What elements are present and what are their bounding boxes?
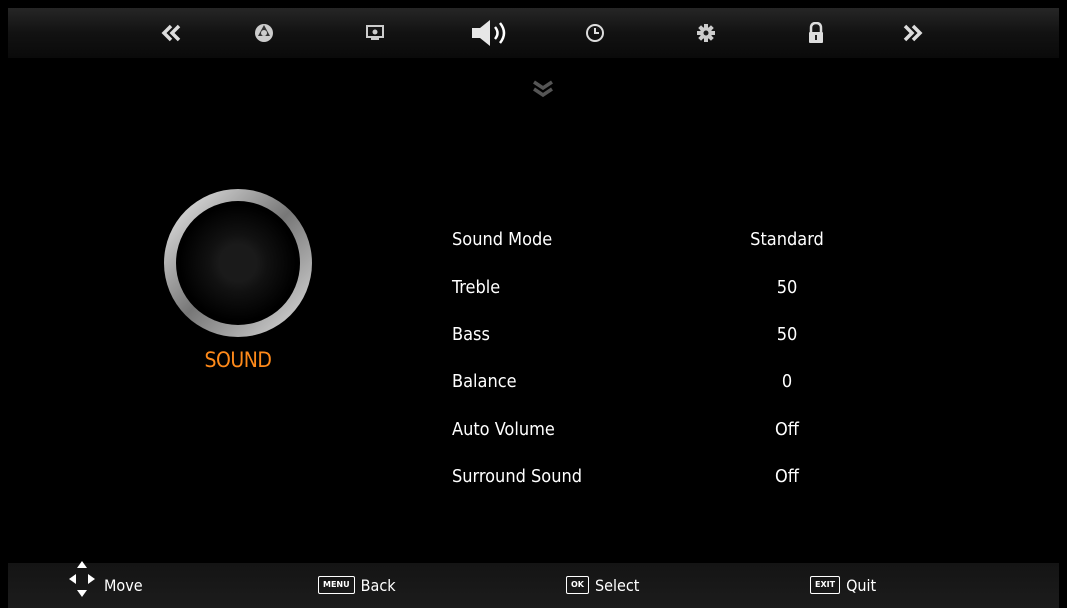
menu-item-sound-mode[interactable]: Sound Mode Standard [452, 226, 852, 256]
hint-quit: EXIT Quit [810, 574, 876, 596]
dpad-arrows-icon [68, 561, 96, 603]
picture-icon[interactable] [249, 18, 279, 48]
tv-menu-frame: SOUND Sound Mode Standard Treble 50 Bass… [8, 8, 1059, 608]
menu-item-label: Surround Sound [452, 466, 583, 487]
bottom-hint-bar: Move MENU Back OK Select EXIT Quit [8, 561, 1059, 608]
menu-item-label: Balance [452, 371, 517, 392]
sound-logo [163, 188, 313, 342]
menu-item-label: Bass [452, 324, 490, 345]
menu-item-balance[interactable]: Balance 0 [452, 368, 852, 398]
hint-back-label: Back [360, 575, 396, 595]
menu-item-label: Auto Volume [452, 419, 555, 440]
menu-item-bass[interactable]: Bass 50 [452, 321, 852, 351]
hint-move: Move [68, 561, 143, 597]
double-chevron-left-icon[interactable] [157, 18, 187, 48]
double-chevron-down-icon[interactable] [532, 80, 554, 102]
menu-item-value: 50 [776, 277, 798, 298]
double-chevron-right-icon[interactable] [897, 18, 927, 48]
menu-item-surround-sound[interactable]: Surround Sound Off [452, 463, 852, 493]
menu-item-auto-volume[interactable]: Auto Volume Off [452, 416, 852, 446]
pc-screen-icon[interactable] [360, 18, 390, 48]
lock-icon[interactable] [801, 18, 831, 48]
menu-item-label: Treble [452, 277, 501, 298]
exit-key-icon: EXIT [810, 576, 841, 594]
menu-key-icon: MENU [318, 576, 355, 594]
clock-icon[interactable] [580, 18, 610, 48]
hint-select-label: Select [595, 575, 640, 595]
top-nav-bar [8, 8, 1059, 58]
menu-item-value: 50 [776, 324, 798, 345]
menu-item-value: Off [775, 466, 799, 487]
hint-quit-label: Quit [846, 575, 877, 595]
ok-key-icon: OK [566, 576, 589, 594]
menu-item-value: Standard [750, 229, 824, 250]
menu-item-treble[interactable]: Treble 50 [452, 274, 852, 304]
hint-back: MENU Back [318, 574, 396, 596]
hint-move-label: Move [104, 575, 143, 595]
menu-item-value: Off [775, 419, 799, 440]
gear-icon[interactable] [691, 18, 721, 48]
menu-item-value: 0 [781, 371, 793, 392]
hint-select: OK Select [566, 574, 639, 596]
speaker-icon[interactable] [470, 18, 510, 48]
menu-item-label: Sound Mode [452, 229, 553, 250]
section-title: SOUND [204, 348, 272, 372]
